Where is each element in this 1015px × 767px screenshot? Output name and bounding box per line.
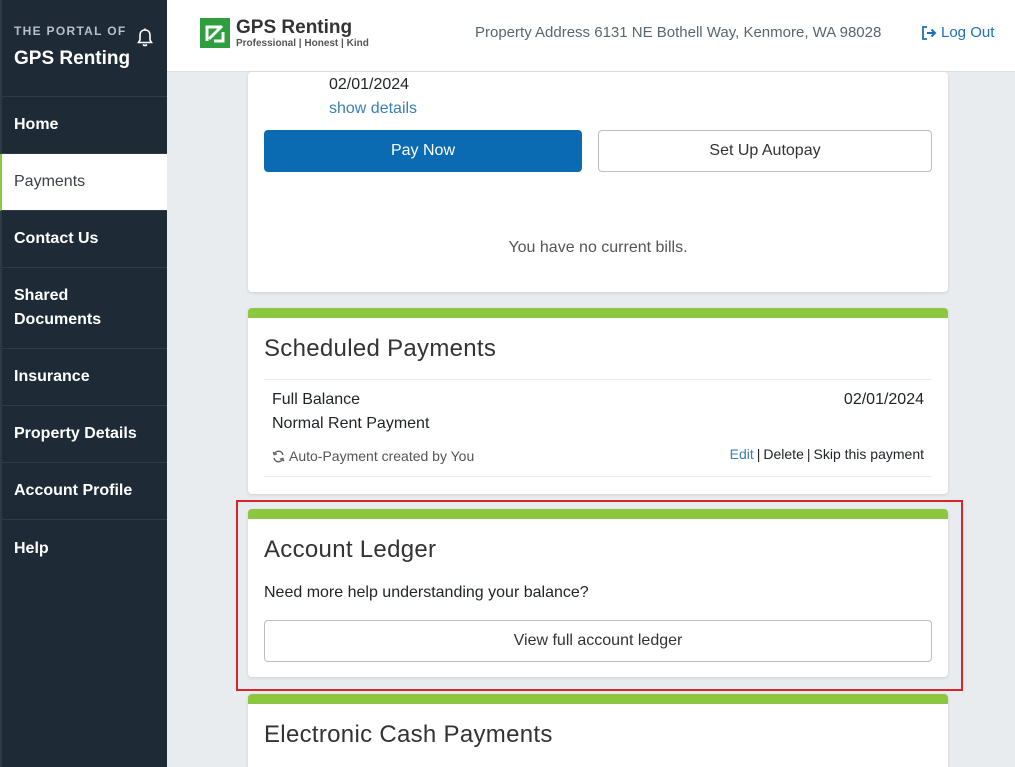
set-up-autopay-button[interactable]: Set Up Autopay	[598, 130, 932, 172]
sidebar: THE PORTAL OF GPS Renting Home Payments …	[0, 0, 167, 767]
pay-now-button[interactable]: Pay Now	[264, 130, 582, 172]
logo-tagline: Professional | Honest | Kind	[236, 38, 369, 49]
payment-type: Full Balance	[272, 391, 361, 408]
show-details-link[interactable]: show details	[329, 100, 417, 118]
sidebar-item-home[interactable]: Home	[2, 97, 167, 154]
company-logo[interactable]: GPS Renting Professional | Honest | Kind	[200, 18, 369, 49]
payment-description: Normal Rent Payment	[272, 415, 430, 432]
account-ledger-card: Account Ledger Need more help understand…	[248, 509, 948, 677]
delete-payment-link[interactable]: Delete	[763, 446, 803, 462]
logo-name: GPS Renting	[236, 17, 353, 38]
sidebar-item-label: Help	[14, 539, 49, 557]
sidebar-item-payments[interactable]: Payments	[0, 154, 167, 211]
current-bills-card: 02/01/2024 show details Pay Now Set Up A…	[248, 72, 948, 292]
bill-due-date: 02/01/2024	[329, 76, 410, 93]
auto-payment-note: Auto-Payment created by You	[272, 448, 474, 464]
sidebar-item-label: Contact Us	[14, 230, 99, 247]
logout-label: Log Out	[941, 24, 995, 41]
divider: |	[756, 446, 761, 462]
sidebar-item-label: Payments	[14, 173, 86, 190]
scheduled-payment-row: Full Balance Normal Rent Payment 02/01/2…	[264, 379, 932, 477]
sidebar-item-shared-documents[interactable]: Shared Documents	[2, 268, 167, 349]
sidebar-item-insurance[interactable]: Insurance	[2, 349, 167, 406]
sidebar-item-label: Shared Documents	[14, 287, 102, 328]
logout-link[interactable]: Log Out	[921, 24, 994, 41]
sidebar-brand: THE PORTAL OF GPS Renting	[2, 0, 167, 97]
payment-actions: Edit | Delete | Skip this payment	[730, 446, 924, 462]
sidebar-item-label: Home	[14, 116, 59, 133]
divider: |	[806, 446, 811, 462]
sidebar-item-label: Insurance	[14, 368, 90, 385]
property-address: Property Address 6131 NE Bothell Way, Ke…	[475, 24, 882, 41]
account-ledger-title: Account Ledger	[264, 536, 437, 563]
sidebar-item-label: Property Details	[14, 425, 137, 442]
top-header: GPS Renting Professional | Honest | Kind…	[167, 0, 1015, 72]
electronic-cash-title: Electronic Cash Payments	[264, 721, 553, 748]
sidebar-item-help[interactable]: Help	[2, 520, 167, 577]
scheduled-payments-title: Scheduled Payments	[264, 335, 497, 362]
auto-payment-text: Auto-Payment created by You	[289, 448, 475, 464]
electronic-cash-payments-card: Electronic Cash Payments	[248, 694, 948, 767]
logout-icon	[922, 25, 937, 40]
sidebar-item-property-details[interactable]: Property Details	[2, 406, 167, 463]
scheduled-payments-card: Scheduled Payments Full Balance Normal R…	[248, 308, 948, 494]
payment-date: 02/01/2024	[843, 391, 924, 408]
sidebar-item-label: Account Profile	[14, 482, 133, 499]
ledger-help-text: Need more help understanding your balanc…	[264, 584, 589, 601]
logo-arrow-icon	[200, 18, 230, 48]
no-bills-message: You have no current bills.	[508, 239, 688, 256]
sidebar-item-account-profile[interactable]: Account Profile	[2, 463, 167, 520]
portal-title: GPS Renting	[14, 48, 131, 69]
refresh-icon	[272, 450, 285, 462]
sidebar-item-contact-us[interactable]: Contact Us	[2, 211, 167, 268]
bell-icon[interactable]	[136, 28, 154, 48]
skip-payment-link[interactable]: Skip this payment	[814, 446, 925, 462]
view-ledger-button[interactable]: View full account ledger	[264, 620, 932, 662]
edit-payment-link[interactable]: Edit	[730, 446, 754, 462]
